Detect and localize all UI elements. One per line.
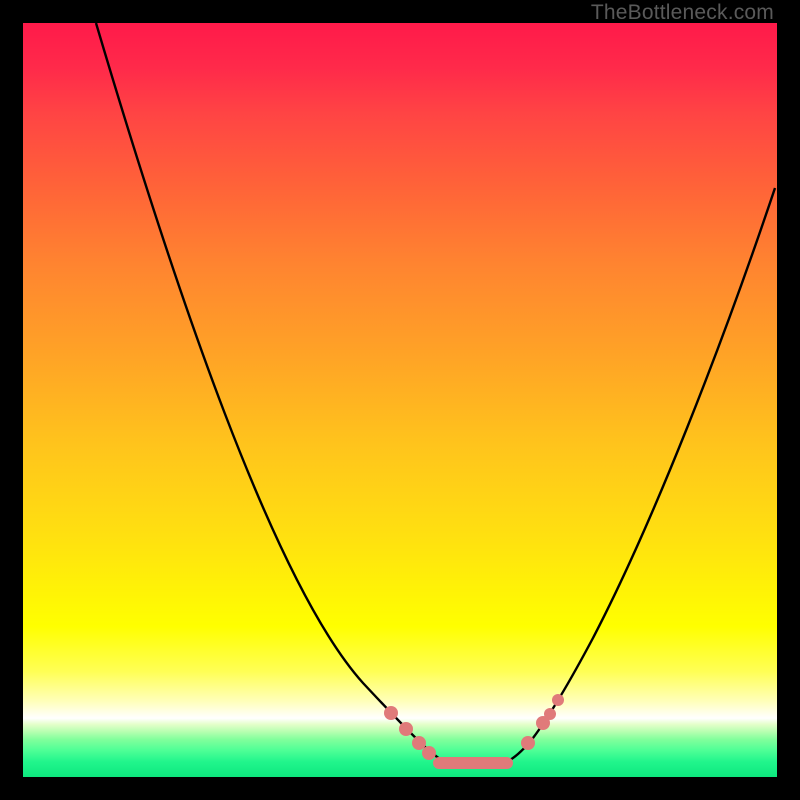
marker-dot <box>544 708 556 720</box>
marker-dot <box>399 722 413 736</box>
marker-dot <box>412 736 426 750</box>
marker-dot <box>422 746 436 760</box>
chart-svg <box>23 23 777 777</box>
marker-bar <box>433 757 513 769</box>
marker-dot <box>384 706 398 720</box>
right-curve <box>510 188 775 760</box>
marker-dot <box>552 694 564 706</box>
marker-dot <box>521 736 535 750</box>
watermark-text: TheBottleneck.com <box>591 1 774 25</box>
left-curve <box>96 23 443 761</box>
